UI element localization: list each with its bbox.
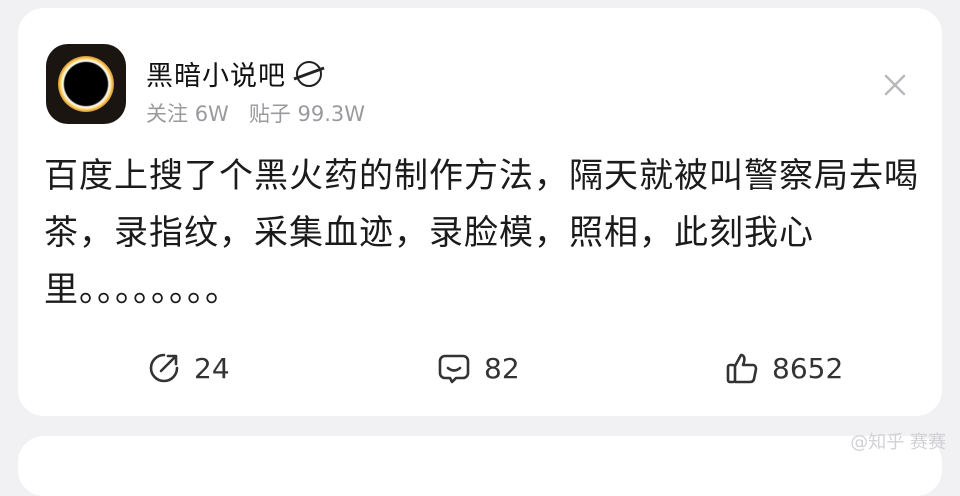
post-content[interactable]: 百度上搜了个黑火药的制作方法，隔天就被叫警察局去喝茶，录指纹，采集血迹，录脸模，… bbox=[44, 148, 924, 319]
post-card[interactable]: 黑暗小说吧 关注 6W 贴子 99.3W 百度上搜了个黑火药的制作方法，隔天就被… bbox=[18, 8, 942, 416]
thumbs-up-icon bbox=[726, 353, 758, 384]
forum-badge-icon bbox=[296, 60, 322, 87]
followers-count: 6W bbox=[194, 102, 229, 126]
comment-count: 82 bbox=[484, 351, 520, 385]
close-icon bbox=[884, 74, 906, 96]
share-button[interactable]: 24 bbox=[146, 338, 230, 398]
comment-icon bbox=[438, 354, 470, 384]
forum-header[interactable]: 黑暗小说吧 bbox=[146, 54, 322, 93]
share-icon bbox=[149, 353, 179, 383]
share-count: 24 bbox=[194, 351, 230, 385]
forum-name[interactable]: 黑暗小说吧 bbox=[146, 54, 286, 93]
watermark: @知乎 赛赛 bbox=[850, 432, 946, 453]
post-actions: 24 82 8652 bbox=[18, 338, 942, 398]
posts-label: 贴子 bbox=[248, 102, 291, 126]
eclipse-logo-icon bbox=[58, 56, 114, 112]
like-button[interactable]: 8652 bbox=[724, 338, 843, 398]
next-post-card[interactable] bbox=[18, 436, 942, 496]
close-button[interactable] bbox=[878, 68, 912, 102]
like-count: 8652 bbox=[772, 351, 844, 385]
posts-stat: 贴子 99.3W bbox=[249, 98, 365, 128]
comment-button[interactable]: 82 bbox=[436, 338, 520, 398]
followers-label: 关注 bbox=[146, 102, 188, 126]
forum-avatar[interactable] bbox=[46, 44, 126, 124]
posts-count: 99.3W bbox=[297, 102, 366, 126]
followers-stat: 关注 6W bbox=[146, 98, 229, 128]
forum-stats: 关注 6W 贴子 99.3W bbox=[146, 98, 365, 128]
